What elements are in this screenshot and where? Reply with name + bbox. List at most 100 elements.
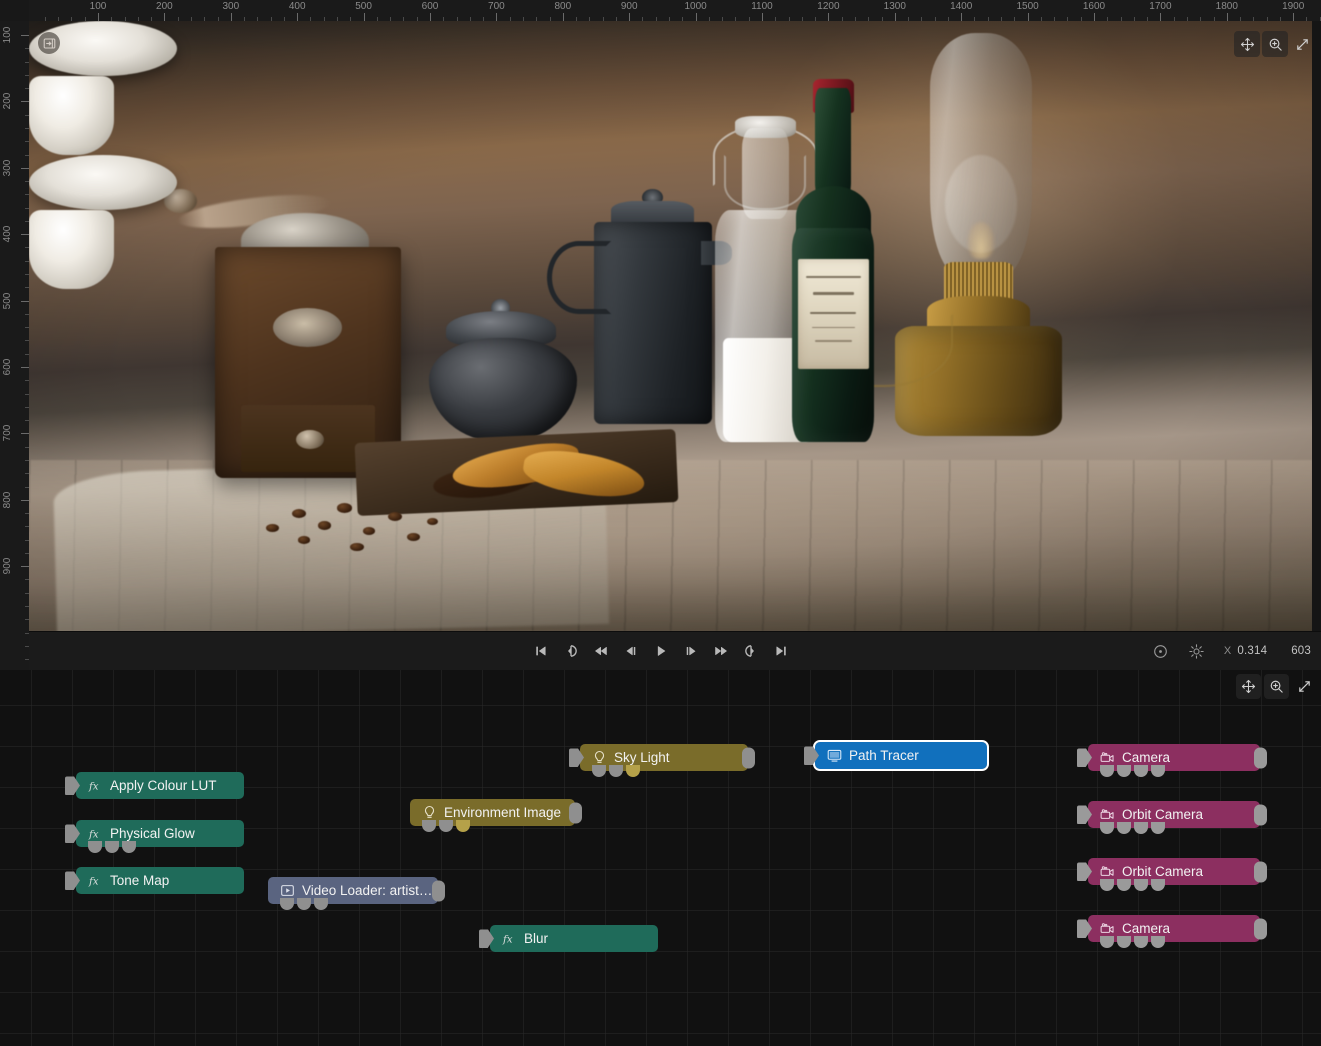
next-key-button[interactable] — [743, 642, 759, 660]
node-physical-glow[interactable]: Physical Glow — [76, 820, 244, 847]
node-output-socket[interactable] — [569, 802, 582, 823]
node-tone-map[interactable]: Tone Map — [76, 867, 244, 894]
node-parameter-socket[interactable] — [1100, 822, 1114, 834]
jump-to-end-button[interactable] — [773, 642, 789, 660]
node-parameter-socket[interactable] — [1151, 936, 1165, 948]
node-output-socket[interactable] — [1254, 747, 1267, 768]
node-parameter-socket[interactable] — [1151, 765, 1165, 777]
node-output-socket[interactable] — [1254, 918, 1267, 939]
node-parameter-sockets — [88, 841, 136, 853]
node-output-socket[interactable] — [1254, 804, 1267, 825]
node-parameter-socket[interactable] — [422, 820, 436, 832]
espresso-cup-right — [29, 210, 114, 289]
rewind-button[interactable] — [593, 642, 609, 660]
jump-to-start-button[interactable] — [533, 642, 549, 660]
node-environment-image[interactable]: Environment Image — [410, 799, 575, 826]
node-label: Tone Map — [110, 873, 169, 888]
node-parameter-socket[interactable] — [280, 898, 294, 910]
gear-icon[interactable] — [1188, 642, 1206, 660]
node-parameter-socket[interactable] — [1117, 765, 1131, 777]
expand-diagonal-icon[interactable] — [1289, 31, 1315, 57]
node-input-socket[interactable] — [65, 776, 80, 795]
node-parameter-socket[interactable] — [1100, 879, 1114, 891]
node-parameter-sockets — [1100, 765, 1165, 777]
node-input-socket[interactable] — [804, 746, 819, 765]
step-forward-button[interactable] — [683, 642, 699, 660]
node-input-socket[interactable] — [479, 929, 494, 948]
node-video-loader[interactable]: Video Loader: artist_w... — [268, 877, 438, 904]
previous-key-button[interactable] — [563, 642, 579, 660]
node-parameter-socket[interactable] — [1151, 822, 1165, 834]
node-parameter-socket[interactable] — [626, 765, 640, 777]
ruler-tick-label: 400 — [2, 226, 13, 243]
node-output-socket[interactable] — [432, 880, 445, 901]
grinder-nameplate — [273, 308, 342, 348]
node-parameter-socket[interactable] — [1117, 822, 1131, 834]
magnifier-plus-icon[interactable] — [1262, 31, 1288, 57]
node-parameter-socket[interactable] — [456, 820, 470, 832]
node-parameter-socket[interactable] — [609, 765, 623, 777]
node-input-socket[interactable] — [1077, 805, 1092, 824]
node-input-socket[interactable] — [65, 871, 80, 890]
node-parameter-socket[interactable] — [1134, 822, 1148, 834]
fx-icon — [88, 778, 103, 793]
viewer-panel: 1002003004005006007008009001000110012001… — [0, 0, 1321, 670]
node-parameter-socket[interactable] — [1151, 879, 1165, 891]
node-graph-editor[interactable]: Apply Colour LUT Physical Glow Tone Map Vid… — [0, 670, 1321, 1046]
axis-value: 0.314 — [1237, 645, 1267, 657]
node-orbit-camera-2[interactable]: Orbit Camera — [1088, 858, 1260, 885]
node-apply-colour-lut[interactable]: Apply Colour LUT — [76, 772, 244, 799]
node-parameter-socket[interactable] — [314, 898, 328, 910]
node-label: Orbit Camera — [1122, 864, 1203, 879]
node-parameter-socket[interactable] — [1134, 936, 1148, 948]
node-parameter-socket[interactable] — [297, 898, 311, 910]
ruler-tick-label: 100 — [2, 27, 13, 44]
node-parameter-socket[interactable] — [122, 841, 136, 853]
node-path-tracer[interactable]: Path Tracer — [815, 742, 987, 769]
node-orbit-camera-1[interactable]: Orbit Camera — [1088, 801, 1260, 828]
node-output-socket[interactable] — [742, 747, 755, 768]
node-parameter-socket[interactable] — [1134, 879, 1148, 891]
node-input-socket[interactable] — [1077, 748, 1092, 767]
node-zoom-tool[interactable] — [1264, 674, 1289, 699]
render-viewport[interactable] — [29, 21, 1312, 631]
node-fit-tool[interactable] — [1292, 674, 1317, 699]
step-back-button[interactable] — [623, 642, 639, 660]
ruler-tick-label: 200 — [2, 93, 13, 110]
node-parameter-socket[interactable] — [1100, 765, 1114, 777]
node-camera-1[interactable]: Camera — [1088, 744, 1260, 771]
fx-icon — [502, 931, 517, 946]
vertical-ruler[interactable]: 100200300400500600700800900 — [0, 0, 29, 670]
move-icon[interactable] — [1234, 31, 1260, 57]
play-button[interactable] — [653, 642, 669, 660]
node-input-socket[interactable] — [65, 824, 80, 843]
fast-forward-button[interactable] — [713, 642, 729, 660]
target-circle-icon[interactable] — [1152, 642, 1170, 660]
node-input-socket[interactable] — [569, 748, 584, 767]
node-parameter-socket[interactable] — [1117, 879, 1131, 891]
node-parameter-socket[interactable] — [105, 841, 119, 853]
light-bulb-icon — [592, 750, 607, 765]
ruler-tick-label: 600 — [2, 359, 13, 376]
horizontal-ruler[interactable]: 1002003004005006007008009001000110012001… — [0, 0, 1321, 21]
node-label: Apply Colour LUT — [110, 778, 217, 793]
ruler-tick-label: 700 — [2, 425, 13, 442]
node-parameter-socket[interactable] — [592, 765, 606, 777]
node-parameter-socket[interactable] — [1100, 936, 1114, 948]
node-label: Camera — [1122, 750, 1170, 765]
node-sky-light[interactable]: Sky Light — [580, 744, 748, 771]
node-blur[interactable]: Blur — [490, 925, 658, 952]
node-input-socket[interactable] — [1077, 919, 1092, 938]
collapse-panel-icon[interactable] — [38, 32, 60, 54]
node-parameter-socket[interactable] — [88, 841, 102, 853]
node-parameter-socket[interactable] — [1134, 765, 1148, 777]
node-output-socket[interactable] — [1254, 861, 1267, 882]
node-label: Physical Glow — [110, 826, 195, 841]
node-parameter-socket[interactable] — [439, 820, 453, 832]
node-parameter-socket[interactable] — [1117, 936, 1131, 948]
node-pan-tool[interactable] — [1236, 674, 1261, 699]
node-camera-2[interactable]: Camera — [1088, 915, 1260, 942]
render-monitor-icon — [827, 748, 842, 763]
node-input-socket[interactable] — [1077, 862, 1092, 881]
ruler-tick-label: 1200 — [817, 1, 839, 12]
